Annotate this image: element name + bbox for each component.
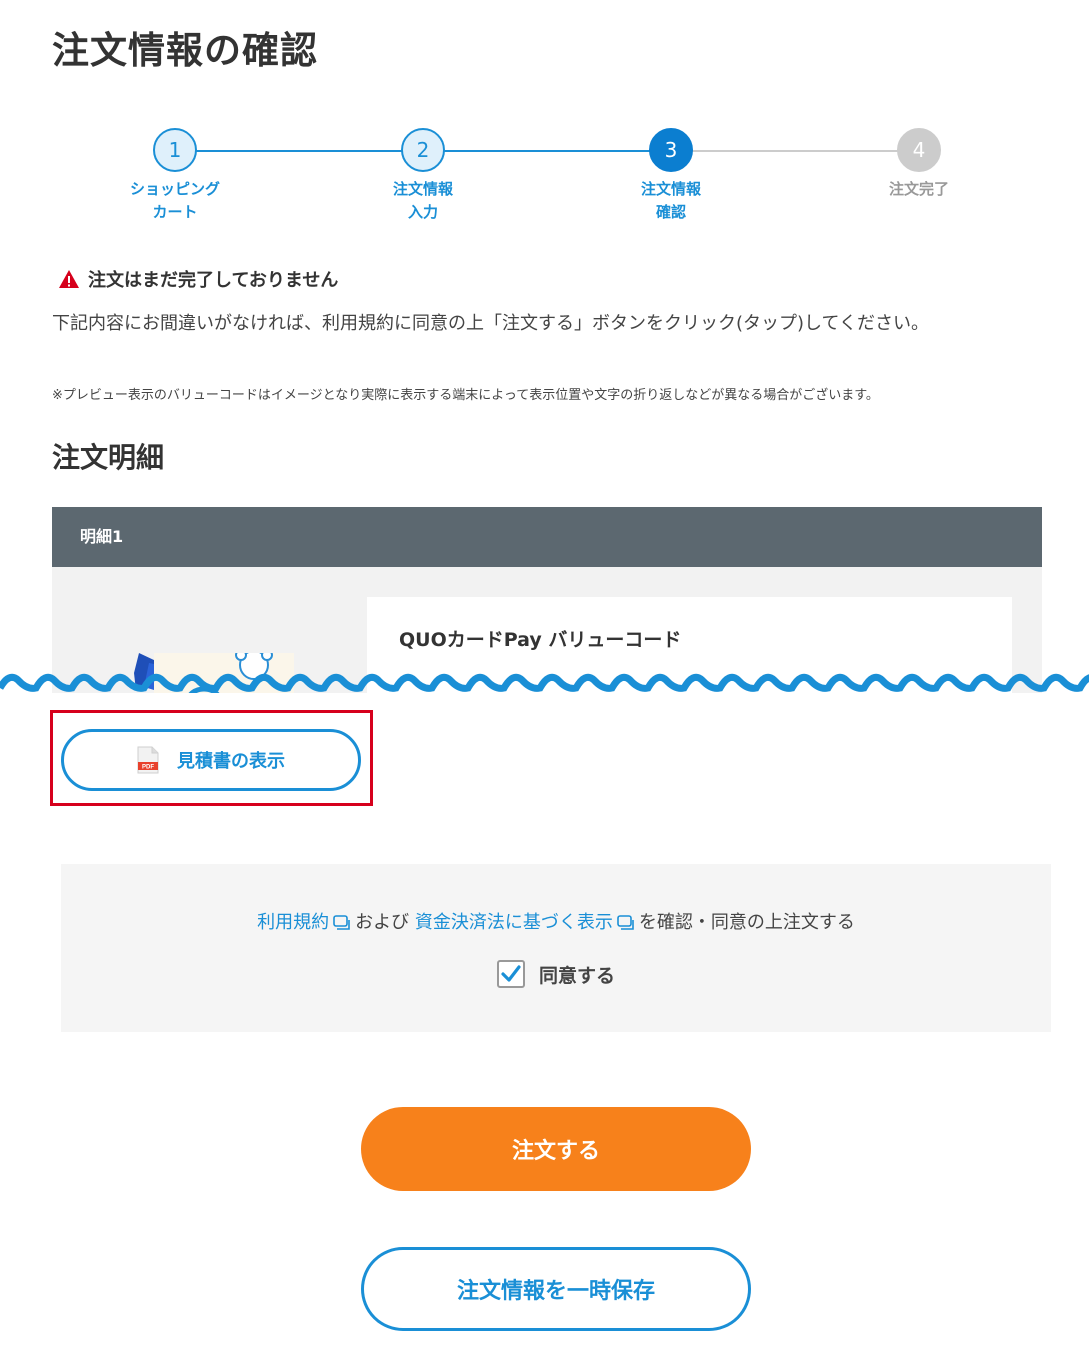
step-order-confirm: 3 注文情報 確認	[611, 128, 731, 224]
step-order-input: 2 注文情報 入力	[363, 128, 483, 224]
wave-divider	[0, 673, 1089, 692]
agree-checkbox-label: 同意する	[538, 964, 615, 987]
pdf-file-icon: PDF	[137, 746, 159, 774]
agreement-text: 利用規約 および 資金決済法に基づく表示 を確認・同意の上注文する	[257, 912, 855, 933]
warning-message: 注文はまだ完了しておりません	[58, 266, 338, 292]
step-number: 4	[897, 128, 941, 172]
agree-checkbox-row[interactable]: 同意する	[61, 960, 1051, 988]
step-shopping-cart: 1 ショッピング カート	[115, 128, 235, 224]
step-label: ショッピング カート	[129, 180, 220, 221]
step-number: 2	[401, 128, 445, 172]
detail-header: 明細1	[52, 507, 1042, 567]
save-draft-button[interactable]: 注文情報を一時保存	[361, 1247, 751, 1331]
place-order-button[interactable]: 注文する	[361, 1107, 751, 1191]
section-title-details: 注文明細	[52, 441, 165, 474]
step-label: 注文情報 確認	[640, 180, 701, 221]
preview-note: ※プレビュー表示のバリューコードはイメージとなり実際に表示する端末によって表示位…	[52, 388, 879, 403]
checkmark-icon	[501, 965, 521, 982]
step-number: 1	[153, 128, 197, 172]
product-name: QUOカードPay バリューコード	[399, 629, 682, 651]
agree-checkbox[interactable]	[496, 960, 525, 988]
view-estimate-label: 見積書の表示	[177, 751, 285, 772]
terms-link[interactable]: 利用規約	[257, 912, 329, 933]
svg-text:PDF: PDF	[142, 765, 154, 771]
external-window-icon	[617, 915, 634, 930]
step-label: 注文情報 入力	[392, 180, 453, 221]
instruction-text: 下記内容にお間違いがなければ、利用規約に同意の上「注文する」ボタンをクリック(タ…	[52, 313, 929, 334]
external-window-icon	[333, 915, 350, 930]
step-order-complete: 4 注文完了	[859, 128, 979, 201]
page-title: 注文情報の確認	[52, 29, 318, 72]
warning-icon	[59, 270, 79, 288]
step-number: 3	[649, 128, 693, 172]
funds-settlement-link[interactable]: 資金決済法に基づく表示	[415, 912, 613, 933]
progress-stepper: 1 ショッピング カート 2 注文情報 入力 3 注文情報 確認 4 注文完了	[0, 128, 1089, 228]
agreement-panel: 利用規約 および 資金決済法に基づく表示 を確認・同意の上注文する 同意する	[61, 864, 1051, 1032]
step-label: 注文完了	[888, 180, 949, 198]
view-estimate-button[interactable]: PDF 見積書の表示	[61, 729, 361, 791]
